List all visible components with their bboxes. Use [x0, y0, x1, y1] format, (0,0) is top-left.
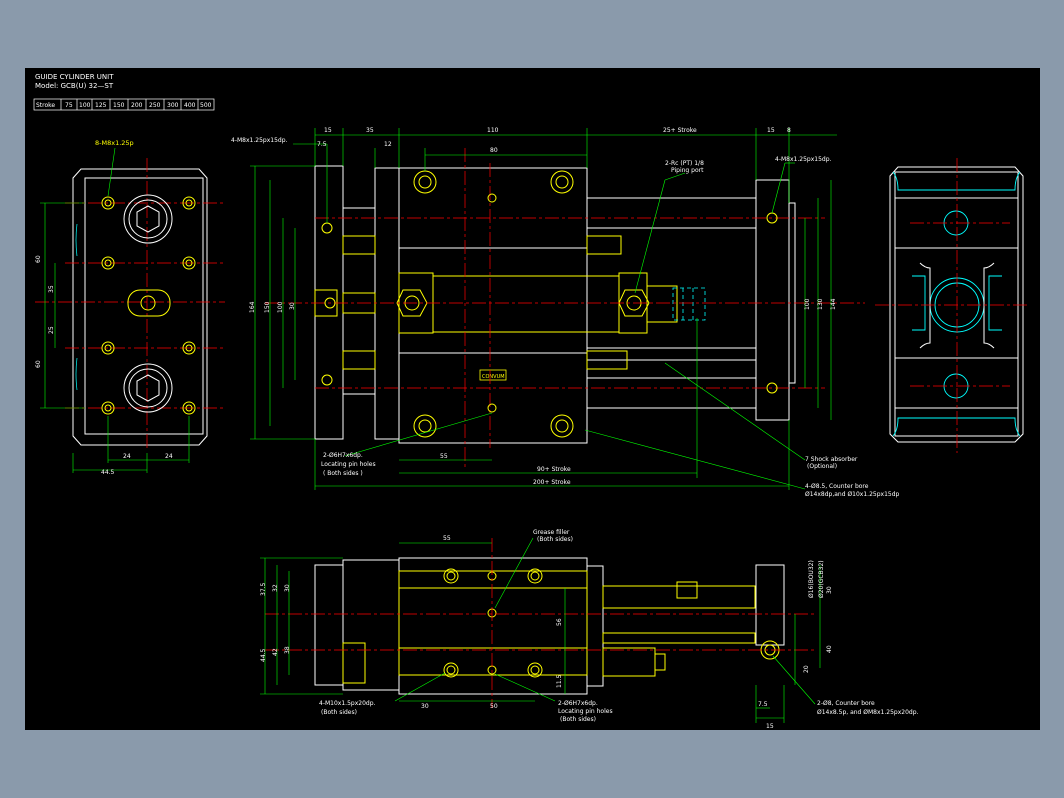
- dim-phi16: Ø16(BOU32): [808, 560, 815, 598]
- callout-m10-sub: (Both sides): [321, 709, 357, 716]
- dim-110: 110: [487, 127, 499, 134]
- dim-56: 56: [556, 618, 563, 626]
- callout-pin: 2-Ø6H7x6dp.: [323, 452, 363, 459]
- dim-164: 164: [249, 301, 256, 313]
- cad-viewport[interactable]: GUIDE CYLINDER UNIT Model: GCB(U) 32—ST …: [25, 68, 1040, 730]
- dim-24: 24: [165, 453, 173, 460]
- dim-35: 35: [48, 285, 55, 293]
- callout-pin-sub: Locating pin holes: [321, 461, 376, 468]
- dim-50: 50: [490, 703, 498, 710]
- stroke-value: 250: [149, 102, 161, 109]
- dim-35: 35: [366, 127, 374, 134]
- callout-port-sub: Piping port: [671, 167, 704, 174]
- stroke-value: 100: [79, 102, 91, 109]
- dim-40: 40: [826, 645, 833, 653]
- callout-pin-sub: Locating pin holes: [558, 708, 613, 715]
- callout-grease-sub: (Both sides): [537, 536, 573, 543]
- dim-130: 130: [817, 298, 824, 310]
- dim-55: 55: [440, 453, 448, 460]
- dim-15: 15: [767, 127, 775, 134]
- callout-pin-sub2: (Both sides): [560, 716, 596, 723]
- callout-port: 2-Rc (PT) 1/8: [665, 160, 704, 167]
- label-plate-text: CONVUM: [482, 374, 505, 380]
- stroke-value: 300: [167, 102, 179, 109]
- right-end-view: [875, 158, 1030, 453]
- stroke-label: Stroke: [36, 102, 55, 109]
- left-callout-m8: 8-M8x1.25p: [95, 139, 134, 147]
- dim-100: 100: [277, 301, 284, 313]
- dim-38: 38: [284, 646, 291, 654]
- model-name: Model: GCB(U) 32—ST: [35, 82, 114, 90]
- dim-200-stroke: 200+ Stroke: [533, 479, 571, 486]
- top-plan-view: CONVUM 15 35 110 25+ Stroke 15 8 7.5 12 …: [231, 127, 900, 498]
- dim-37-5: 37.5: [260, 582, 267, 596]
- dim-144: 144: [830, 298, 837, 310]
- dim-7-5: 7.5: [758, 701, 768, 708]
- dim-90-stroke: 90+ Stroke: [537, 466, 571, 473]
- callout-holes-tl: 4-M8x1.25px15dp.: [231, 137, 287, 144]
- dim-80: 80: [490, 147, 498, 154]
- dim-150: 150: [264, 301, 271, 313]
- dim-phi20: Ø20(GCB32): [818, 560, 825, 598]
- dim-100: 100: [804, 298, 811, 310]
- cad-drawing: GUIDE CYLINDER UNIT Model: GCB(U) 32—ST …: [33, 73, 1030, 730]
- stroke-value: 500: [200, 102, 212, 109]
- dim-30: 30: [284, 584, 291, 592]
- front-view: 55 37.5 32 30 44.5 42 38 56 11.5 30 50 Ø…: [260, 529, 919, 730]
- dim-60: 60: [35, 255, 42, 263]
- callout-holes-tr: 4-M8x1.25px15dp.: [775, 156, 831, 163]
- callout-cbore-sub: Ø14x8.5p, and ØM8x1.25px20dp.: [817, 709, 919, 716]
- dim-32: 32: [272, 584, 279, 592]
- title-block: GUIDE CYLINDER UNIT Model: GCB(U) 32—ST …: [33, 73, 215, 111]
- dim-60: 60: [35, 360, 42, 368]
- dim-30: 30: [826, 586, 833, 594]
- callout-cbore: 4-Ø8.5, Counter bore: [805, 483, 869, 490]
- callout-grease: Grease filler: [533, 529, 570, 536]
- dim-30: 30: [289, 302, 296, 310]
- dim-44-5: 44.5: [260, 648, 267, 662]
- top-callouts: 4-M8x1.25px15dp. 4-M8x1.25px15dp. 2-Rc (…: [231, 137, 900, 498]
- dim-24: 24: [123, 453, 131, 460]
- callout-absorber: 7 Shock absorber: [805, 456, 858, 463]
- stroke-value: 400: [184, 102, 196, 109]
- dim-12: 12: [384, 141, 392, 148]
- dim-11-5: 11.5: [556, 674, 563, 688]
- callout-cbore-sub: Ø14x8dp,and Ø10x1.25px15dp: [805, 491, 900, 498]
- dim-7-5: 7.5: [317, 141, 327, 148]
- dim-30: 30: [421, 703, 429, 710]
- callout-absorber-sub: (Optional): [807, 463, 837, 470]
- stroke-value: 200: [131, 102, 143, 109]
- stroke-value: 125: [95, 102, 107, 109]
- dim-8: 8: [787, 127, 791, 134]
- left-end-view: 8-M8x1.25p 60 35 25 60 24 24 44.5: [35, 139, 225, 476]
- dim-25-stroke: 25+ Stroke: [663, 127, 697, 134]
- dim-20: 20: [803, 665, 810, 673]
- callout-pin-sub2: ( Both sides ): [323, 470, 363, 477]
- stroke-value: 150: [113, 102, 125, 109]
- dim-15: 15: [324, 127, 332, 134]
- callout-pin: 2-Ø6H7x6dp.: [558, 700, 598, 707]
- dim-42: 42: [272, 648, 279, 656]
- dim-25: 25: [48, 326, 55, 334]
- stroke-value: 75: [65, 102, 73, 109]
- dim-44-5: 44.5: [101, 469, 115, 476]
- callout-m10: 4-M10x1.5px20dp.: [319, 700, 375, 707]
- dim-15: 15: [766, 723, 774, 730]
- callout-cbore: 2-Ø8, Counter bore: [817, 700, 875, 707]
- dim-55: 55: [443, 535, 451, 542]
- drawing-title: GUIDE CYLINDER UNIT: [35, 73, 114, 81]
